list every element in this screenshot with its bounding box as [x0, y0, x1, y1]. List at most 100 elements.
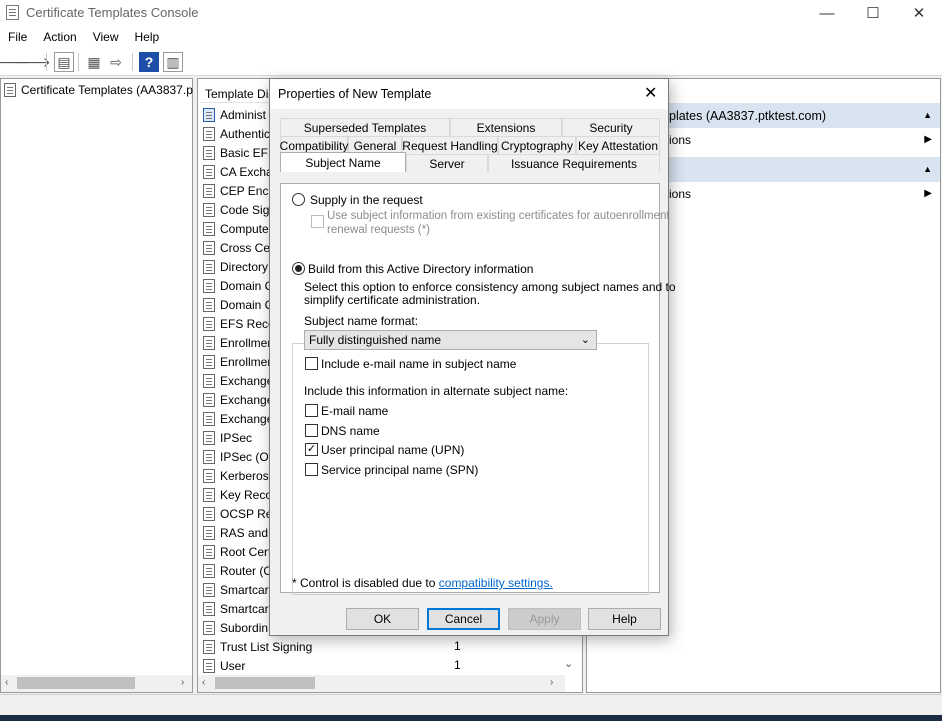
table-row[interactable]: CEP Encry: [203, 181, 278, 200]
table-row[interactable]: IPSec: [203, 428, 252, 447]
template-name: IPSec: [220, 430, 253, 445]
tab-cryptography[interactable]: Cryptography: [498, 136, 576, 154]
action-pane-icon[interactable]: ▥: [163, 52, 183, 72]
scroll-right-icon[interactable]: ›: [181, 677, 184, 688]
template-name: Smartcar: [220, 582, 269, 597]
alt-option-checkbox[interactable]: [305, 423, 318, 437]
table-row[interactable]: Compute: [203, 219, 269, 238]
table-row[interactable]: Trust List Signing: [203, 637, 312, 656]
subject-name-format-label: Subject name format:: [304, 314, 419, 328]
compatibility-settings-link[interactable]: compatibility settings.: [439, 576, 553, 590]
submenu-arrow-icon: ▶: [924, 134, 932, 145]
ok-button[interactable]: OK: [346, 608, 419, 630]
template-version: 1: [454, 639, 461, 653]
table-row[interactable]: Kerberos: [203, 466, 269, 485]
maximize-button[interactable]: ☐: [850, 0, 896, 26]
cancel-button[interactable]: Cancel: [427, 608, 500, 630]
build-from-ad-label: Build from this Active Directory informa…: [308, 262, 534, 276]
tab-extensions[interactable]: Extensions: [450, 118, 562, 136]
subject-name-panel: Supply in the request Use subject inform…: [280, 183, 676, 595]
menu-view[interactable]: View: [85, 26, 127, 48]
table-row[interactable]: Code Sign: [203, 200, 276, 219]
use-subject-info-label: Use subject information from existing ce…: [327, 210, 670, 222]
template-name: Root Cert: [220, 544, 272, 559]
collapse-up-icon[interactable]: ▲: [923, 164, 932, 174]
export-list-icon[interactable]: ⇨: [106, 52, 126, 72]
column-template-display-name[interactable]: Template Dis: [205, 87, 274, 101]
table-row[interactable]: EFS Reco: [203, 314, 275, 333]
alt-option-checkbox[interactable]: [305, 462, 318, 476]
forward-arrow-icon[interactable]: 🡒: [13, 52, 51, 72]
alt-option-checkbox[interactable]: ✓: [305, 443, 318, 456]
minimize-button[interactable]: —: [804, 0, 850, 26]
tree-item-certificate-templates[interactable]: Certificate Templates (AA3837.p: [4, 81, 193, 99]
table-row[interactable]: Smartcar: [203, 599, 269, 618]
table-row[interactable]: IPSec (Of: [203, 447, 272, 466]
scroll-thumb[interactable]: [215, 677, 315, 689]
table-row[interactable]: Root Cert: [203, 542, 271, 561]
menu-help[interactable]: Help: [127, 26, 168, 48]
dialog-close-icon[interactable]: ✕: [644, 83, 657, 103]
tab-subject-name[interactable]: Subject Name: [280, 152, 406, 172]
template-name: Basic EFS: [220, 145, 277, 160]
table-row[interactable]: CA Excha: [203, 162, 273, 181]
build-radio-row[interactable]: Build from this Active Directory informa…: [292, 260, 647, 280]
table-row[interactable]: Basic EFS: [203, 143, 276, 162]
taskbar-strip: [0, 715, 942, 721]
tab-superseded-templates[interactable]: Superseded Templates: [280, 118, 450, 136]
tab-security[interactable]: Security: [562, 118, 660, 136]
table-row[interactable]: User: [203, 656, 245, 675]
tab-issuance-requirements[interactable]: Issuance Requirements: [488, 154, 660, 172]
table-row[interactable]: Exchange: [203, 409, 273, 428]
scroll-right-icon[interactable]: ›: [550, 677, 553, 688]
include-email-checkbox[interactable]: [305, 357, 318, 370]
table-row[interactable]: Authentic: [203, 124, 270, 143]
use-subject-info-checkbox[interactable]: [311, 215, 324, 228]
table-row[interactable]: Administ: [203, 105, 266, 124]
table-row[interactable]: Subordin: [203, 618, 268, 637]
tab-key-attestation[interactable]: Key Attestation: [576, 136, 660, 154]
show-hide-tree-icon[interactable]: ▤: [54, 52, 74, 72]
tab-request-handling[interactable]: Request Handling: [402, 136, 498, 154]
collapse-up-icon[interactable]: ▲: [923, 110, 932, 120]
supply-in-request-label: Supply in the request: [310, 193, 423, 207]
certificate-template-icon: [203, 449, 215, 464]
table-row[interactable]: OCSP Res: [203, 504, 278, 523]
build-from-ad-radio[interactable]: [292, 262, 305, 275]
table-row[interactable]: RAS and I: [203, 523, 275, 542]
table-row[interactable]: Smartcar: [203, 580, 269, 599]
table-row[interactable]: Exchange: [203, 371, 273, 390]
menu-file[interactable]: File: [0, 26, 35, 48]
table-row[interactable]: Enrollmer: [203, 352, 271, 371]
table-row[interactable]: Key Reco: [203, 485, 272, 504]
tab-server[interactable]: Server: [406, 154, 488, 172]
certificate-template-icon: [203, 316, 215, 331]
supply-in-request-radio[interactable]: [292, 193, 305, 206]
scroll-left-icon[interactable]: ‹: [5, 677, 8, 688]
menu-action[interactable]: Action: [35, 26, 84, 48]
table-row[interactable]: Domain C: [203, 276, 273, 295]
scroll-thumb[interactable]: [17, 677, 135, 689]
table-row[interactable]: Directory: [203, 257, 268, 276]
help-icon[interactable]: ?: [139, 52, 159, 72]
dialog-title-bar: Properties of New Template ✕: [270, 79, 668, 109]
certificate-template-icon: [203, 221, 215, 236]
alt-subject-label: Include this information in alternate su…: [304, 384, 569, 398]
table-row[interactable]: Enrollmer: [203, 333, 271, 352]
close-window-button[interactable]: ✕: [896, 0, 942, 26]
properties-icon[interactable]: ▦: [84, 52, 104, 72]
table-row[interactable]: Exchange: [203, 390, 273, 409]
subject-name-format-dropdown[interactable]: Fully distinguished name ⌄: [304, 330, 597, 350]
alt-option-checkbox[interactable]: [305, 404, 318, 417]
help-button[interactable]: Help: [588, 608, 661, 630]
template-name: Cross Cer: [220, 240, 275, 255]
tree-horizontal-scrollbar[interactable]: ‹ ›: [1, 675, 192, 692]
scroll-left-icon[interactable]: ‹: [202, 677, 205, 688]
table-row[interactable]: Router (O: [203, 561, 273, 580]
template-name: IPSec (Of: [220, 449, 273, 464]
list-scroll-down-icon[interactable]: ⌄: [564, 657, 573, 670]
apply-button[interactable]: Apply: [508, 608, 581, 630]
list-horizontal-scrollbar[interactable]: ‹ ›: [198, 675, 565, 692]
table-row[interactable]: Cross Cer: [203, 238, 274, 257]
table-row[interactable]: Domain C: [203, 295, 273, 314]
